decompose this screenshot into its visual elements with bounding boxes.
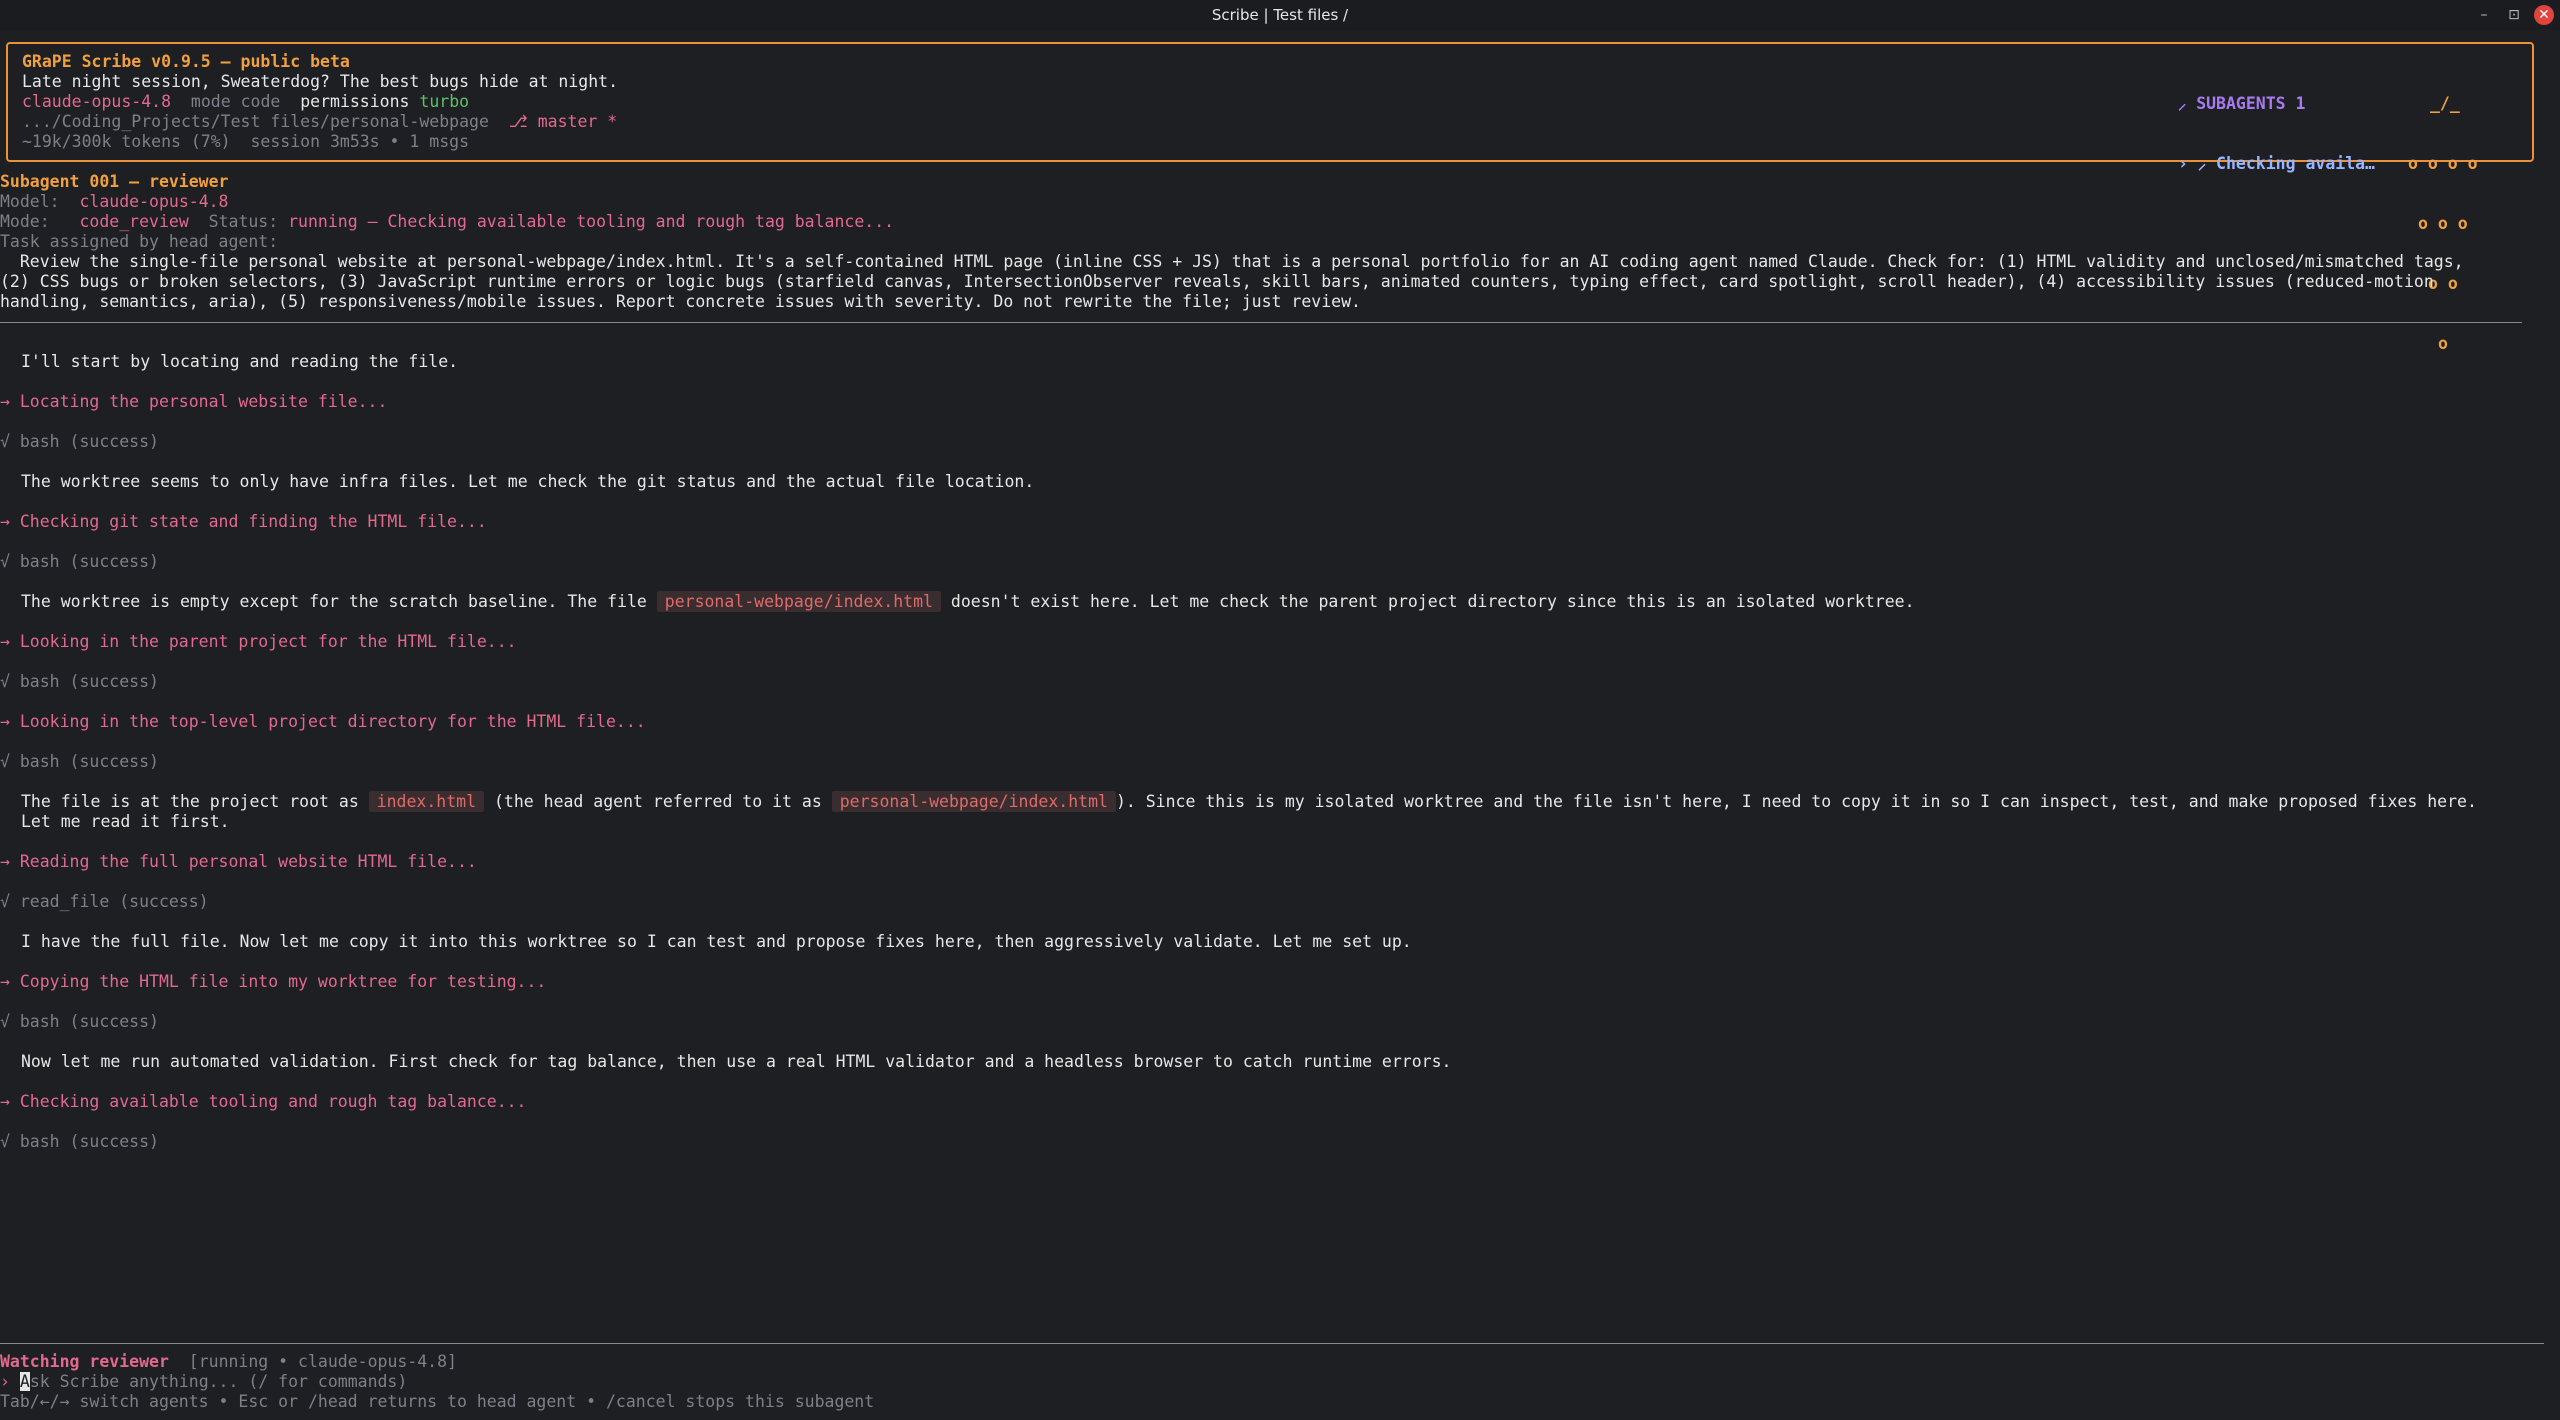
greeting: Late night session, Sweaterdog? The best… [22,72,619,91]
message-text: ). Since this is my isolated worktree an… [1115,792,2477,811]
window-titlebar: Scribe | Test files / – ⊡ ✕ [0,0,2560,30]
window-controls: – ⊡ ✕ [2474,4,2554,26]
task-text: Review the single-file personal website … [0,252,2464,311]
watching-line: Watching reviewer [running • claude-opus… [0,1352,457,1372]
message-text: (the head agent referred to it as [484,792,832,811]
tool-result: √ bash (success) [0,552,159,571]
mode-label: mode [190,92,231,111]
tool-action: → Looking in the top-level project direc… [0,712,646,731]
agent-message: I have the full file. Now let me copy it… [21,932,1412,951]
session-stats: ~19k/300k tokens (7%) session 3m53s • 1 … [22,132,470,151]
minimize-icon[interactable]: – [2474,5,2494,25]
subagent-status-item[interactable]: › ⸝ Checking availa… [2178,154,2375,174]
close-icon[interactable]: ✕ [2534,5,2554,25]
text-cursor: A [19,1372,30,1391]
logo-line: o o o o [2408,154,2478,173]
path-line: .../Coding_Projects/Test files/personal-… [22,112,617,132]
maximize-icon[interactable]: ⊡ [2504,5,2524,25]
inline-code: personal-webpage/index.html [831,791,1116,812]
session-header: GRaPE Scribe v0.9.5 – public beta Late n… [6,42,2534,353]
subagent-icon: ⸝ [2178,94,2187,113]
app-title: GRaPE Scribe v0.9.5 – public beta [22,52,350,71]
tool-action: → Looking in the parent project for the … [0,632,517,651]
agent-message: The worktree seems to only have infra fi… [21,472,1035,491]
subagent-model-line: Model: claude-opus-4.8 [0,192,229,212]
message-text: The file is at the project root as [21,792,369,811]
permissions-value: turbo [419,92,470,111]
tool-result: √ bash (success) [0,672,159,691]
message-text: doesn't exist here. Let me check the par… [940,592,1915,611]
subagent-mode-line: Mode: code_review Status: running — Chec… [0,212,894,232]
logo-line: o [2438,334,2448,353]
tool-action: → Reading the full personal website HTML… [0,852,477,871]
watching-meta: [running • claude-opus-4.8] [188,1352,457,1371]
keyboard-hint: Tab/←/→ switch agents • Esc or /head ret… [0,1392,875,1411]
subagent-status: running — Checking available tooling and… [288,212,895,231]
task-label: Task assigned by head agent: [0,232,279,251]
watching-label: Watching reviewer [0,1352,169,1371]
tool-result: √ bash (success) [0,1012,159,1031]
subagents-count: SUBAGENTS 1 [2196,94,2306,113]
subagent-model: claude-opus-4.8 [79,192,229,211]
subagents-panel[interactable]: ⸝ SUBAGENTS 1 › ⸝ Checking availa… [2178,54,2375,214]
agent-message: Now let me run automated validation. Fir… [21,1052,1452,1071]
tool-result: √ bash (success) [0,752,159,771]
logo-line: _/_ [2430,94,2460,113]
window-title: Scribe | Test files / [1211,6,1349,24]
model-name: claude-opus-4.8 [22,92,172,111]
message-text: The worktree is empty except for the scr… [21,592,657,611]
tool-result: √ bash (success) [0,432,159,451]
project-path: .../Coding_Projects/Test files/personal-… [22,112,489,131]
status-label: Status: [208,212,279,231]
inline-code: personal-webpage/index.html [656,591,941,612]
mode-label: Mode: [0,212,50,231]
subagent-title: Subagent 001 — reviewer [0,172,229,191]
model-label: Model: [0,192,60,211]
input-placeholder: sk Scribe anything... (/ for commands) [29,1372,408,1391]
prompt-icon: › [0,1372,10,1391]
tool-action: → Copying the HTML file into my worktree… [0,972,547,991]
subagent-mode: code_review [79,212,189,231]
ascii-logo: _/_ o o o o o o o o o o [2408,54,2478,394]
tool-action: → Locating the personal website file... [0,392,388,411]
tool-result: √ bash (success) [0,1132,159,1151]
mode-value: code [240,92,281,111]
agent-message: Let me read it first. [21,812,230,831]
prompt-input[interactable]: › Ask Scribe anything... (/ for commands… [0,1372,407,1392]
permissions-label: permissions [300,92,410,111]
tool-action: → Checking git state and finding the HTM… [0,512,487,531]
divider [0,322,2522,323]
footer-divider [0,1343,2544,1344]
git-branch: ⎇ master * [508,112,618,131]
agent-message: I'll start by locating and reading the f… [21,352,459,371]
model-mode-line: claude-opus-4.8 mode code permissions tu… [22,92,469,112]
agent-message: The file is at the project root as index… [21,791,2477,812]
tool-action: → Checking available tooling and rough t… [0,1092,527,1111]
inline-code: index.html [368,791,485,812]
logo-line: o o o [2418,214,2468,233]
agent-message: The worktree is empty except for the scr… [21,591,1915,612]
tool-result: √ read_file (success) [0,892,209,911]
